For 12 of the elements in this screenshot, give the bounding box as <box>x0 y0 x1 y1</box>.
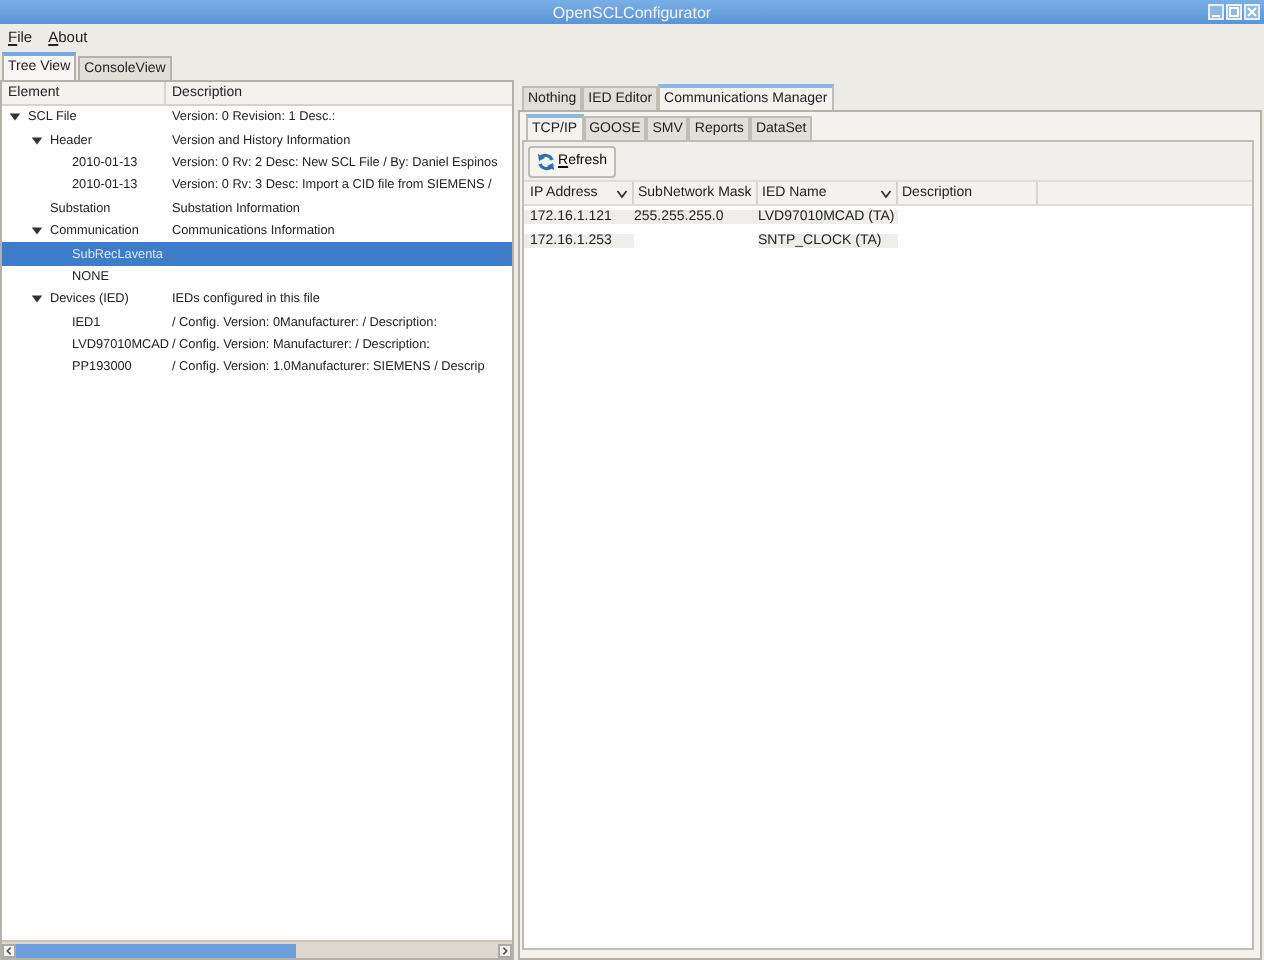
scroll-thumb[interactable] <box>16 943 296 957</box>
window-title: OpenSCLConfigurator <box>552 3 712 21</box>
collapse-arrow-icon[interactable] <box>30 292 44 307</box>
dropdown-icon[interactable] <box>616 187 628 199</box>
scroll-right-icon[interactable] <box>498 943 512 957</box>
collapse-arrow-icon[interactable] <box>8 110 22 125</box>
dropdown-icon[interactable] <box>880 187 892 199</box>
scroll-left-icon[interactable] <box>2 943 16 957</box>
horizontal-scrollbar[interactable] <box>2 940 512 958</box>
collapse-arrow-icon[interactable] <box>30 224 44 239</box>
refresh-icon <box>536 151 556 171</box>
collapse-arrow-icon[interactable] <box>30 133 44 148</box>
